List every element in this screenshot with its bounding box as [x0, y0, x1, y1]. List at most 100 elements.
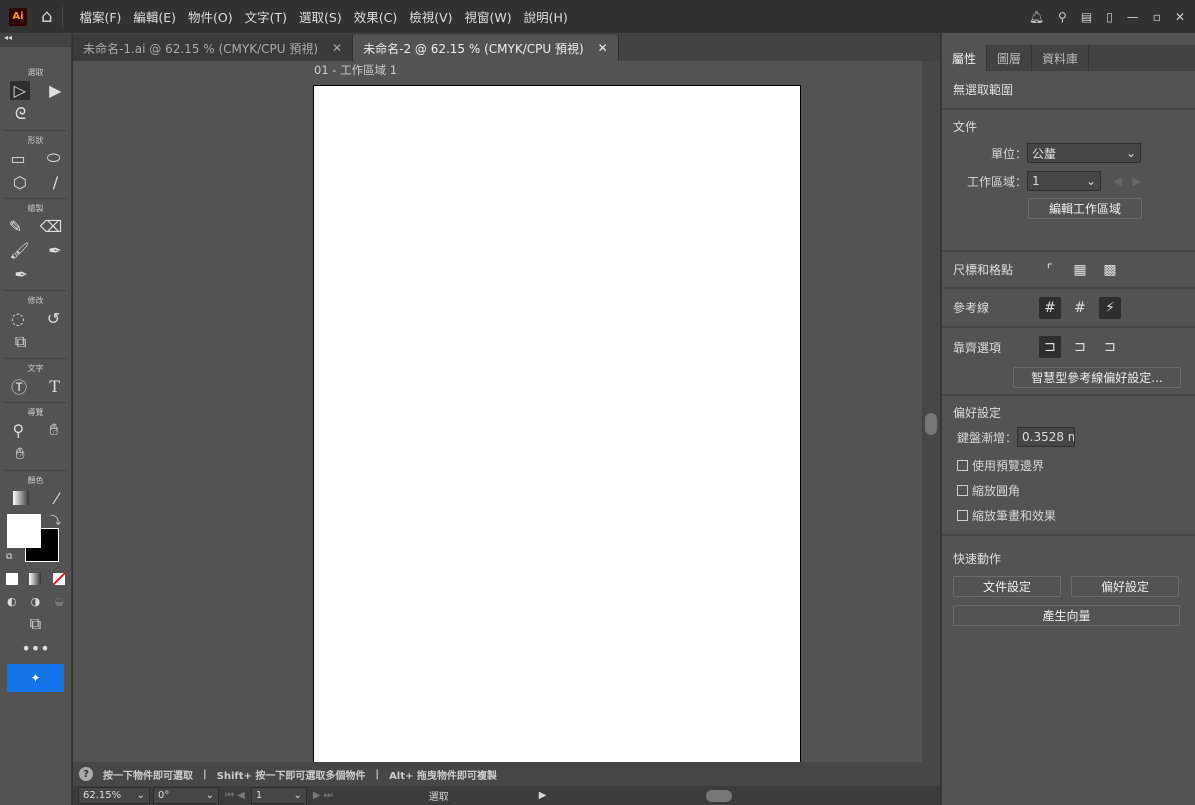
preferences-button[interactable]: 偏好設定 — [1071, 576, 1179, 597]
keyboard-increment-label: 鍵盤漸增： — [956, 430, 1017, 445]
menu-help[interactable]: 說明(H) — [518, 7, 574, 26]
close-icon[interactable]: ✕ — [332, 41, 342, 55]
keyboard-increment-input[interactable]: 0.3528 m — [1017, 427, 1075, 447]
zoom-tool-icon[interactable]: ⚲ — [13, 421, 25, 440]
fill-swatch[interactable] — [7, 514, 41, 548]
selection-tool-icon[interactable]: ▷ — [9, 80, 30, 100]
hint-text: Shift+ 按一下即可選取多個物件 — [216, 770, 366, 782]
draw-inside-icon[interactable]: ◒ — [54, 595, 64, 608]
maximize-button[interactable]: ▫ — [1153, 10, 1161, 24]
prev-artboard-icon[interactable]: ◀ — [1113, 174, 1122, 188]
snap-to-pixel-icon[interactable]: ⊐ — [1069, 336, 1091, 358]
menu-view[interactable]: 檢視(V) — [403, 7, 458, 26]
pencil-tool-icon[interactable]: ✎ — [9, 217, 22, 236]
menu-effect[interactable]: 效果(C) — [348, 7, 403, 26]
menu-bar: Ai ⌂ 檔案(F) 編輯(E) 物件(O) 文字(T) 選取(S) 效果(C)… — [0, 0, 1195, 33]
color-mode-icon[interactable] — [5, 573, 18, 585]
collapse-icon[interactable]: ◂◂ — [0, 33, 71, 47]
show-guides-icon[interactable]: # — [1039, 296, 1061, 319]
home-icon[interactable]: ⌂ — [41, 6, 52, 27]
more-tools-icon[interactable]: ••• — [21, 639, 49, 658]
generate-vectors-button[interactable]: 產生向量 — [953, 605, 1180, 626]
artboard[interactable] — [313, 85, 801, 765]
gradient-tool-icon[interactable] — [13, 491, 30, 505]
document-setup-button[interactable]: 文件設定 — [953, 576, 1061, 597]
rotate-view-icon[interactable]: ✋︎ — [15, 444, 24, 464]
transparency-grid-icon[interactable]: ▩ — [1099, 259, 1121, 281]
units-dropdown[interactable]: 公釐 ⌄ — [1027, 143, 1141, 163]
paintbrush-tool-icon[interactable]: 🖌︎ — [9, 241, 29, 260]
curvature-tool-icon[interactable]: ✒ — [48, 241, 61, 260]
eraser-tool-icon[interactable]: ⌫ — [40, 217, 63, 236]
touch-type-icon[interactable]: Ⓣ — [11, 374, 27, 398]
smart-guides-prefs-button[interactable]: 智慧型參考線偏好設定... — [1013, 367, 1181, 388]
smart-guides-icon[interactable]: ⚡ — [1099, 296, 1121, 319]
gradient-mode-icon[interactable] — [29, 573, 42, 585]
tab-document-1[interactable]: 未命名-1.ai @ 62.15 % (CMYK/CPU 預視) ✕ — [73, 35, 354, 61]
direct-selection-tool-icon[interactable]: ▶ — [49, 81, 61, 100]
generative-button[interactable]: ✦ — [7, 664, 64, 692]
first-artboard-icon[interactable]: ⏮ ◀ — [225, 790, 245, 801]
rotate-tool-icon[interactable]: ↺ — [47, 309, 60, 328]
shaper-tool-icon[interactable]: ∕ — [53, 173, 58, 192]
lasso-tool-icon[interactable]: ᘓ — [15, 104, 26, 124]
scale-corners-checkbox[interactable] — [957, 485, 968, 496]
menu-type[interactable]: 文字(T) — [239, 7, 293, 26]
eyedropper-icon[interactable]: ⁄ — [55, 489, 58, 508]
edit-artboards-button[interactable]: 編輯工作區域 — [1028, 198, 1142, 219]
close-button[interactable]: ✕ — [1175, 10, 1185, 24]
grid-icon[interactable]: ▦ — [1069, 259, 1091, 281]
menu-window[interactable]: 視窗(W) — [459, 7, 518, 26]
menu-object[interactable]: 物件(O) — [182, 7, 239, 26]
canvas[interactable]: 01 - 工作區域 1 — [73, 61, 922, 765]
menu-file[interactable]: 檔案(F) — [73, 7, 127, 26]
ellipse-tool-icon[interactable]: ⬭ — [47, 148, 61, 168]
vertical-scrollbar[interactable] — [922, 61, 940, 786]
next-artboard-icon[interactable]: ▶ — [1132, 174, 1141, 188]
rotation-field[interactable]: 0° ⌄ — [153, 787, 219, 804]
group-shape: 形狀 — [27, 136, 44, 145]
snap-to-point-icon[interactable]: ⊐ — [1039, 336, 1061, 358]
rectangle-tool-icon[interactable]: ▭ — [11, 149, 26, 168]
polygon-tool-icon[interactable]: ⬡ — [13, 173, 27, 192]
help-icon[interactable]: ? — [79, 767, 93, 781]
shape-builder-icon[interactable]: ◌ — [11, 309, 25, 328]
tab-properties[interactable]: 屬性 — [942, 45, 988, 71]
search-icon[interactable]: ⚲ — [1058, 10, 1067, 24]
tab-document-2[interactable]: 未命名-2 @ 62.15 % (CMYK/CPU 預視) ✕ — [353, 35, 619, 61]
screen-mode-icon[interactable]: ⧉ — [30, 614, 41, 634]
rulers-grids-label: 尺標和格點 — [953, 263, 1014, 277]
snap-to-glyph-icon[interactable]: ⊐ — [1099, 336, 1121, 358]
hand-tool-icon[interactable]: ✋︎ — [49, 420, 58, 440]
zoom-field[interactable]: 62.15% ⌄ — [78, 787, 150, 804]
hint-text: Alt+ 拖曳物件即可複製 — [389, 770, 497, 782]
draw-behind-icon[interactable]: ◑ — [31, 595, 41, 608]
minimize-button[interactable]: — — [1127, 10, 1139, 24]
pen-tool-icon[interactable]: ✒ — [14, 265, 27, 284]
artboard-nav-field[interactable]: 1 ⌄ — [250, 787, 307, 804]
draw-normal-icon[interactable]: ◐ — [7, 595, 17, 608]
workspace-icon[interactable]: ▤ — [1081, 10, 1092, 24]
none-mode-icon[interactable] — [53, 573, 66, 585]
tab-libraries[interactable]: 資料庫 — [1032, 45, 1090, 71]
preview-bounds-checkbox[interactable] — [957, 460, 968, 471]
panel-icon[interactable]: ▯ — [1106, 10, 1113, 24]
ruler-icon[interactable]: ⌜ — [1039, 259, 1061, 281]
blend-tool-icon[interactable]: ⧉ — [15, 332, 26, 352]
artboard-dropdown[interactable]: 1 ⌄ — [1027, 171, 1101, 191]
menu-select[interactable]: 選取(S) — [293, 7, 348, 26]
next-artboard-icon[interactable]: ▶ ⏭ — [313, 790, 333, 801]
status-menu-icon[interactable]: ▶ — [539, 790, 547, 801]
swap-icon[interactable]: ⤵ — [50, 512, 61, 528]
tab-layers[interactable]: 圖層 — [987, 45, 1033, 71]
menu-edit[interactable]: 編輯(E) — [127, 7, 182, 26]
type-tool-icon[interactable]: T — [49, 377, 60, 396]
default-colors-icon[interactable]: ⧉ — [6, 552, 12, 562]
scale-strokes-checkbox[interactable] — [957, 510, 968, 521]
bell-icon[interactable]: 🔔︎ — [1029, 10, 1044, 24]
close-icon[interactable]: ✕ — [598, 41, 608, 55]
lock-guides-icon[interactable]: # — [1069, 297, 1091, 319]
scroll-thumb[interactable] — [925, 413, 937, 435]
document-tabs: 未命名-1.ai @ 62.15 % (CMYK/CPU 預視) ✕ 未命名-2 … — [73, 33, 940, 61]
horizontal-scrollbar[interactable] — [556, 789, 940, 802]
